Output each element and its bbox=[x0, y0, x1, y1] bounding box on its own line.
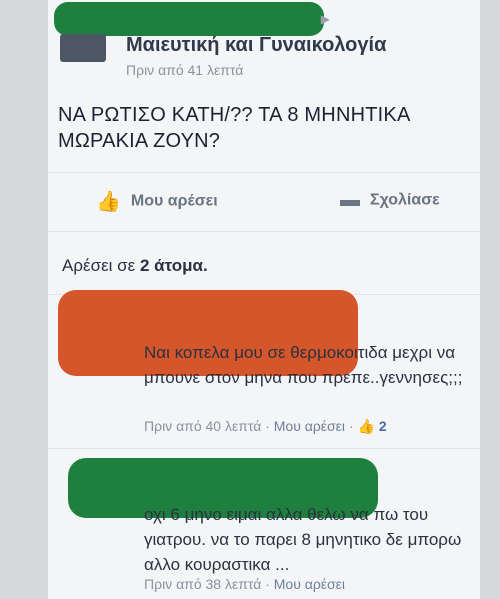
comment-meta-1: Πριν από 40 λεπτά · Μου αρέσει · 👍 2 bbox=[144, 418, 387, 434]
redacted-name-bar bbox=[54, 2, 324, 36]
share-arrow-icon[interactable]: ▶ bbox=[321, 12, 330, 26]
likes-summary[interactable]: Αρέσει σε 2 άτομα. bbox=[62, 256, 208, 276]
like-button[interactable]: 👍 Μου αρέσει bbox=[96, 189, 218, 214]
comment-text-1: Ναι κοπελα μου σε θερμοκοιτιδα μεχρι να … bbox=[144, 343, 463, 387]
page-avatar[interactable] bbox=[60, 34, 106, 62]
comment-like-link-2[interactable]: Μου αρέσει bbox=[274, 576, 345, 592]
speech-bubble-icon: ▬ bbox=[340, 189, 360, 211]
action-bar: 👍 Μου αρέσει ▬ Σχολίασε bbox=[48, 172, 480, 232]
likes-prefix: Αρέσει σε bbox=[62, 256, 136, 275]
post-timestamp[interactable]: Πριν από 41 λεπτά bbox=[126, 62, 243, 78]
divider bbox=[48, 448, 480, 449]
comment-like-link-1[interactable]: Μου αρέσει bbox=[274, 418, 345, 434]
comment-like-count-1[interactable]: 2 bbox=[379, 418, 387, 434]
likes-count[interactable]: 2 άτομα. bbox=[140, 256, 208, 275]
comment-button[interactable]: ▬ Σχολίασε bbox=[340, 189, 440, 212]
comment-button-label: Σχολίασε bbox=[370, 191, 440, 209]
comment-time-1[interactable]: Πριν από 40 λεπτά bbox=[144, 418, 261, 434]
page-name[interactable]: Μαιευτική και Γυναικολογία bbox=[126, 34, 386, 57]
post-text: ΝΑ ΡΩΤΙΣΟ ΚΑΤΗ/?? ΤΑ 8 ΜΗΝΗΤΙΚΑ ΜΩΡΑΚΙΑ … bbox=[58, 104, 410, 152]
thumbs-up-icon: 👍 bbox=[96, 191, 121, 213]
thumbs-up-icon: 👍 bbox=[357, 418, 375, 434]
comment-text-2: οχι 6 μηνο ειμαι αλλα θελω να πω του για… bbox=[144, 505, 462, 574]
comment-meta-2: Πριν από 38 λεπτά · Μου αρέσει bbox=[144, 576, 346, 592]
post-card: ▶ Μαιευτική και Γυναικολογία Πριν από 41… bbox=[48, 0, 480, 599]
comment-time-2[interactable]: Πριν από 38 λεπτά bbox=[144, 576, 261, 592]
like-button-label: Μου αρέσει bbox=[130, 192, 218, 210]
